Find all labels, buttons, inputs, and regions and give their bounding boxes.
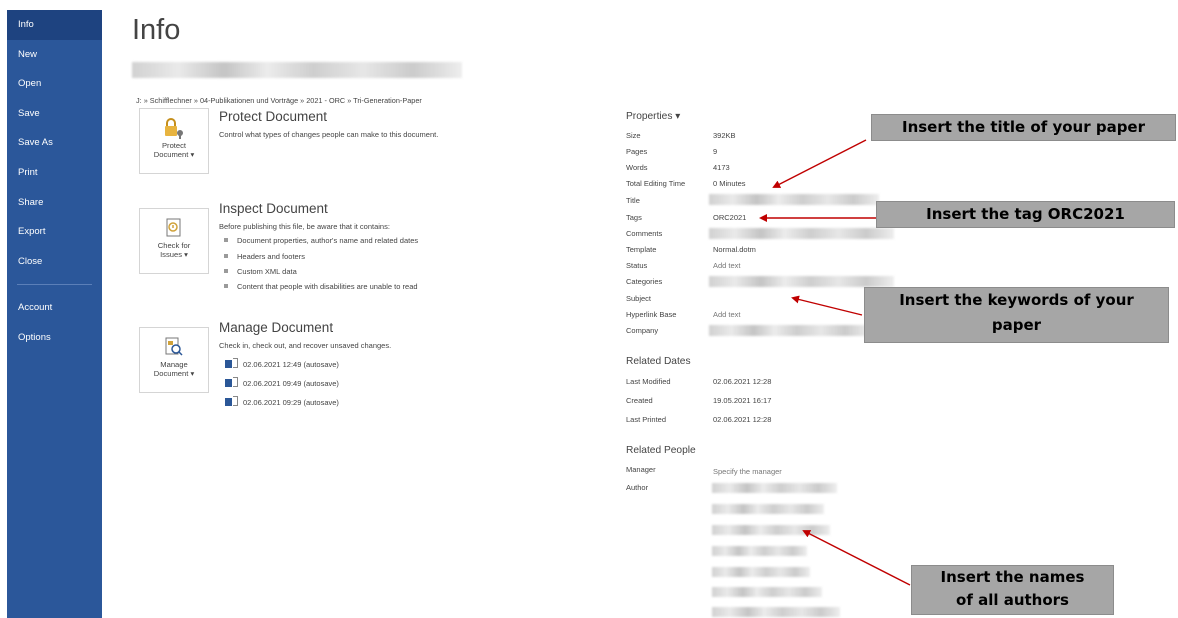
arrow-to-subject: [791, 295, 863, 316]
annotation-arrows: [759, 139, 911, 586]
arrow-to-authors: [802, 530, 911, 586]
arrow-to-title: [772, 139, 867, 188]
